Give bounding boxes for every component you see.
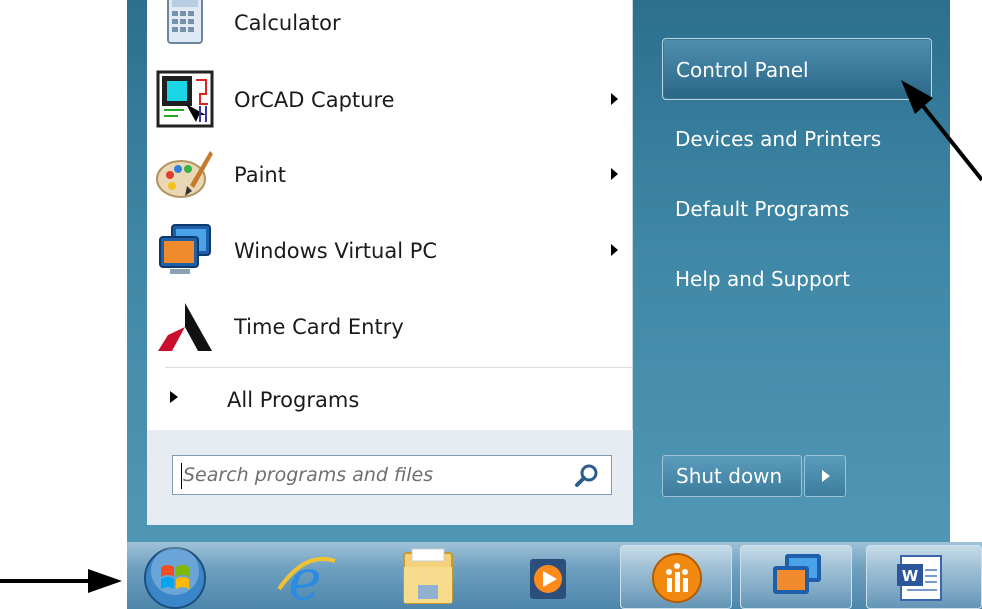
expand-arrow-icon (170, 391, 178, 403)
taskbar-button-app-orange[interactable] (620, 545, 732, 609)
svg-text:e: e (288, 548, 321, 609)
search-icon[interactable] (573, 462, 601, 490)
virtual-pc-icon (773, 554, 821, 594)
submenu-arrow-icon[interactable] (611, 244, 618, 256)
calculator-icon (167, 0, 203, 44)
taskbar-button-virtual-pc[interactable] (740, 545, 852, 609)
program-item-time-card-entry[interactable]: Time Card Entry (150, 292, 630, 362)
search-input[interactable] (183, 460, 563, 490)
shutdown-button[interactable]: Shut down (662, 455, 802, 497)
paint-palette-icon (156, 151, 213, 198)
search-box[interactable] (172, 455, 612, 495)
right-link-help-and-support[interactable]: Help and Support (662, 248, 932, 310)
program-item-paint[interactable]: Paint (150, 140, 630, 210)
shutdown-options-button[interactable] (804, 455, 846, 497)
time-card-icon (158, 303, 212, 351)
orange-circle-icon (652, 553, 702, 603)
separator (165, 367, 633, 368)
annotation-arrow-right-icon (0, 569, 122, 593)
shutdown-label: Shut down (676, 464, 783, 488)
program-item-orcad-capture[interactable]: OrCAD Capture (150, 65, 630, 135)
taskbar-button-word[interactable]: W (866, 545, 982, 609)
virtual-pc-icon (159, 224, 211, 274)
svg-text:W: W (902, 567, 919, 585)
program-label: Time Card Entry (234, 315, 404, 339)
internet-explorer-icon[interactable]: e (265, 545, 345, 609)
all-programs-label: All Programs (227, 388, 360, 412)
program-label: Windows Virtual PC (234, 239, 438, 263)
text-cursor (181, 463, 182, 489)
program-label: OrCAD Capture (234, 88, 395, 112)
right-link-default-programs[interactable]: Default Programs (662, 178, 932, 240)
submenu-arrow-icon[interactable] (611, 93, 618, 105)
folder-icon[interactable] (390, 545, 470, 609)
program-label: Paint (234, 163, 286, 187)
program-label: Calculator (234, 11, 341, 35)
word-icon: W (897, 555, 942, 601)
submenu-arrow-icon[interactable] (611, 168, 618, 180)
program-item-calculator[interactable]: Calculator (150, 0, 630, 58)
right-link-control-panel[interactable]: Control Panel (662, 38, 932, 100)
program-item-windows-virtual-pc[interactable]: Windows Virtual PC (150, 216, 630, 286)
annotation-arrow-upleft-icon (901, 80, 982, 182)
right-link-devices-and-printers[interactable]: Devices and Printers (662, 108, 932, 170)
orcad-capture-icon (156, 70, 214, 128)
media-player-icon[interactable] (510, 545, 590, 609)
chevron-right-icon (822, 470, 830, 482)
all-programs-item[interactable]: All Programs (150, 370, 630, 430)
windows-logo-icon[interactable] (135, 545, 215, 609)
